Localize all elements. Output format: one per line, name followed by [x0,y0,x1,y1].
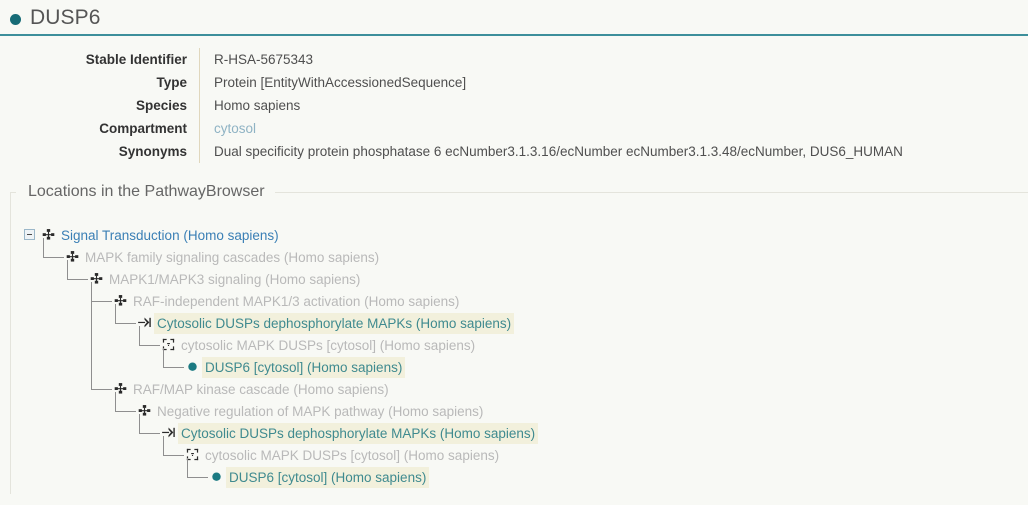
tree-row[interactable]: MAPK1/MAPK3 signaling (Homo sapiens) [29,260,1028,290]
tree-row[interactable]: Cytosolic DUSPs dephosphorylate MAPKs (H… [29,304,1028,334]
tree-node-label[interactable]: MAPK family signaling cascades (Homo sap… [82,247,382,268]
tree-connector-elbow [115,304,136,324]
tree-connector-elbow [91,370,112,390]
detail-value-species: Homo sapiens [214,98,301,113]
tree-row[interactable]: Signal Transduction (Homo sapiens) [24,224,1028,246]
tree-node-label[interactable]: Negative regulation of MAPK pathway (Hom… [154,401,486,422]
detail-value-stable-identifier: R-HSA-5675343 [214,52,314,67]
tree-connector-elbow [91,282,112,302]
tree-connector-elbow [67,260,88,280]
detail-label-stable-identifier: Stable Identifier [0,48,200,71]
detail-label-type: Type [0,71,200,94]
tree-connector-elbow [139,414,160,434]
tree-node-label[interactable]: Signal Transduction (Homo sapiens) [58,225,282,246]
protein-dot-icon [10,13,21,25]
protein-icon [185,359,200,374]
tree-row[interactable]: DUSP6 [cytosol] (Homo sapiens) [29,458,1028,488]
tree-node-label[interactable]: MAPK1/MAPK3 signaling (Homo sapiens) [106,269,363,290]
tree-node-label[interactable]: cytosolic MAPK DUSPs [cytosol] (Homo sap… [202,445,502,466]
tree-row[interactable]: RAF/MAP kinase cascade (Homo sapiens) [29,370,1028,400]
tree-row[interactable]: DUSP6 [cytosol] (Homo sapiens) [29,348,1028,378]
pathway-location-tree: Signal Transduction (Homo sapiens) MAPK f… [24,224,1028,488]
detail-value-type: Protein [EntityWithAccessionedSequence] [214,75,467,90]
tree-node-label[interactable]: Cytosolic DUSPs dephosphorylate MAPKs (H… [154,313,515,334]
detail-label-synonyms: Synonyms [0,140,200,163]
detail-value-synonyms: Dual specificity protein phosphatase 6 e… [214,144,903,159]
tree-node-label[interactable]: DUSP6 [cytosol] (Homo sapiens) [202,357,406,378]
page-title: DUSP6 [30,6,101,29]
detail-row: Species Homo sapiens [0,94,1028,117]
tree-node-label[interactable]: RAF/MAP kinase cascade (Homo sapiens) [130,379,392,400]
tree-connector-elbow [43,238,64,258]
tree-node-label[interactable]: RAF-independent MAPK1/3 activation (Homo… [130,291,462,312]
tree-row[interactable]: MAPK family signaling cascades (Homo sap… [29,238,1028,268]
entity-header: DUSP6 [0,0,1028,30]
tree-row[interactable]: Negative regulation of MAPK pathway (Hom… [29,392,1028,422]
tree-node-label[interactable]: Cytosolic DUSPs dephosphorylate MAPKs (H… [178,423,539,444]
detail-row: Compartment cytosol [0,117,1028,140]
tree-node-label[interactable]: DUSP6 [cytosol] (Homo sapiens) [226,467,430,488]
tree-connector-stem [91,282,92,384]
detail-label-compartment: Compartment [0,117,200,140]
entity-details-table: Stable Identifier R-HSA-5675343 Type Pro… [0,48,1028,163]
collapse-toggle-icon[interactable] [24,229,35,240]
tree-connector-elbow [187,458,208,478]
locations-panel: Locations in the PathwayBrowser Signal T… [10,182,1028,494]
detail-row: Stable Identifier R-HSA-5675343 [0,48,1028,71]
detail-row: Synonyms Dual specificity protein phosph… [0,140,1028,163]
protein-icon [209,469,224,484]
detail-label-species: Species [0,94,200,117]
tree-connector-elbow [163,436,184,456]
tree-connector-elbow [139,326,160,346]
locations-panel-legend: Locations in the PathwayBrowser [28,183,265,200]
tree-row[interactable]: cytosolic MAPK DUSPs [cytosol] (Homo sap… [29,436,1028,466]
tree-row[interactable]: RAF-independent MAPK1/3 activation (Homo… [29,282,1028,312]
tree-connector-elbow [115,392,136,412]
tree-connector-elbow [163,348,184,368]
header-divider [0,34,1028,36]
detail-row: Type Protein [EntityWithAccessionedSeque… [0,71,1028,94]
detail-value-compartment-link[interactable]: cytosol [200,117,1028,140]
tree-node-label[interactable]: cytosolic MAPK DUSPs [cytosol] (Homo sap… [178,335,478,356]
